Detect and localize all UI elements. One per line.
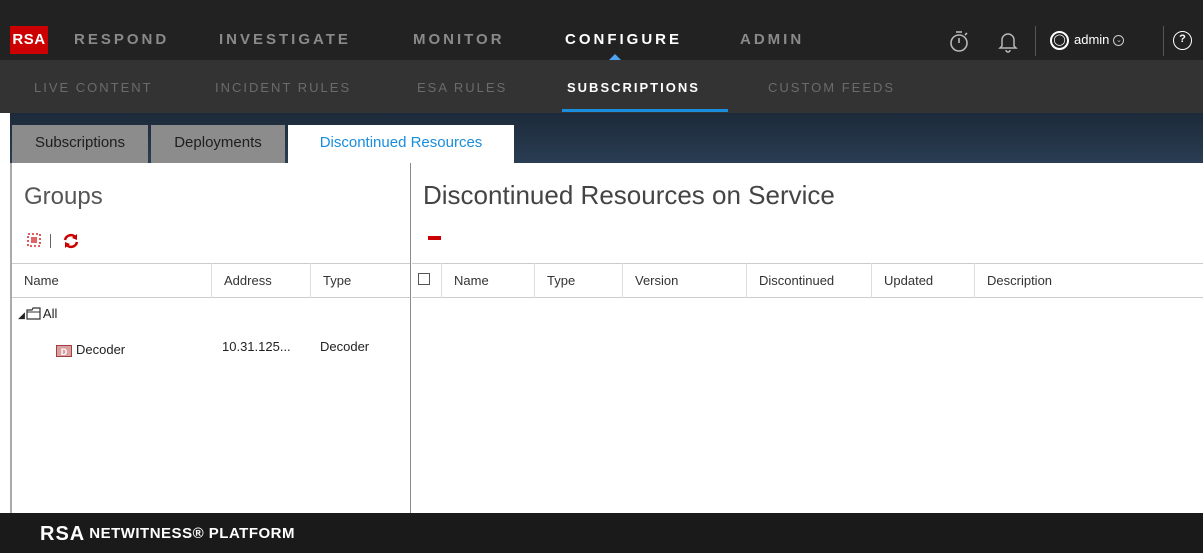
help-button[interactable]: ? [1173,26,1197,54]
nav-respond[interactable]: RESPOND [74,26,169,54]
folder-icon [26,307,41,320]
toolbar-divider [1035,26,1036,56]
tree-node-label: All [42,306,58,321]
service-type: Decoder [320,339,370,354]
tree-node-decoder[interactable]: D Decoder [56,342,125,357]
help-icon: ? [1173,31,1192,51]
remove-resource-button[interactable] [428,236,441,240]
col-header-updated[interactable]: Updated [872,263,975,298]
user-menu[interactable]: ◯ admin ⌄ [1050,26,1125,54]
select-group-icon[interactable] [26,232,42,253]
nav-configure[interactable]: CONFIGURE [565,26,682,54]
col-header-version[interactable]: Version [623,263,747,298]
tab-discontinued-resources[interactable]: Discontinued Resources [288,125,514,163]
footer-product-name: NETWITNESS® PLATFORM [89,525,295,542]
col-header-name[interactable]: Name [12,263,212,298]
select-all-checkbox[interactable] [418,273,430,285]
col-header-type[interactable]: Type [311,263,410,298]
col-header-description[interactable]: Description [975,263,1203,298]
user-icon: ◯ [1050,31,1069,51]
groups-panel [10,163,411,513]
col-header-address[interactable]: Address [212,263,311,298]
rsa-logo[interactable]: RSA [10,26,48,54]
expand-triangle-icon[interactable]: ◢ [18,310,25,320]
nav-admin[interactable]: ADMIN [740,26,804,54]
decoder-icon: D [56,344,72,357]
tab-subscriptions[interactable]: Subscriptions [12,125,148,163]
service-address: 10.31.125... [222,339,291,354]
subnav-subscriptions[interactable]: SUBSCRIPTIONS [567,80,700,96]
tree-node-all[interactable]: ◢ All [18,306,57,321]
subnav-custom-feeds[interactable]: CUSTOM FEEDS [768,80,895,96]
chevron-down-icon: ⌄ [1113,35,1125,47]
subnav-esa-rules[interactable]: ESA RULES [417,80,507,96]
bell-icon[interactable] [995,26,1021,54]
tab-deployments[interactable]: Deployments [151,125,285,163]
user-name: admin [1074,32,1110,47]
col-header-name[interactable]: Name [442,263,535,298]
footer-logo: RSA NETWITNESS® PLATFORM [40,523,295,545]
refresh-icon[interactable] [62,232,80,255]
toolbar-divider-2 [1163,26,1164,56]
col-header-type[interactable]: Type [535,263,623,298]
subnav-live-content[interactable]: LIVE CONTENT [34,80,153,96]
col-header-discontinued[interactable]: Discontinued [747,263,872,298]
stopwatch-icon[interactable] [946,26,972,54]
toolbar-divider-groups [50,234,51,248]
groups-title: Groups [24,183,103,210]
nav-monitor[interactable]: MONITOR [413,26,505,54]
subnav-incident-rules[interactable]: INCIDENT RULES [215,80,351,96]
nav-investigate[interactable]: INVESTIGATE [219,26,351,54]
resources-title: Discontinued Resources on Service [423,180,835,210]
active-subnav-underline [562,109,728,112]
footer-logo-rsa: RSA [40,523,86,545]
service-name: Decoder [76,342,126,357]
